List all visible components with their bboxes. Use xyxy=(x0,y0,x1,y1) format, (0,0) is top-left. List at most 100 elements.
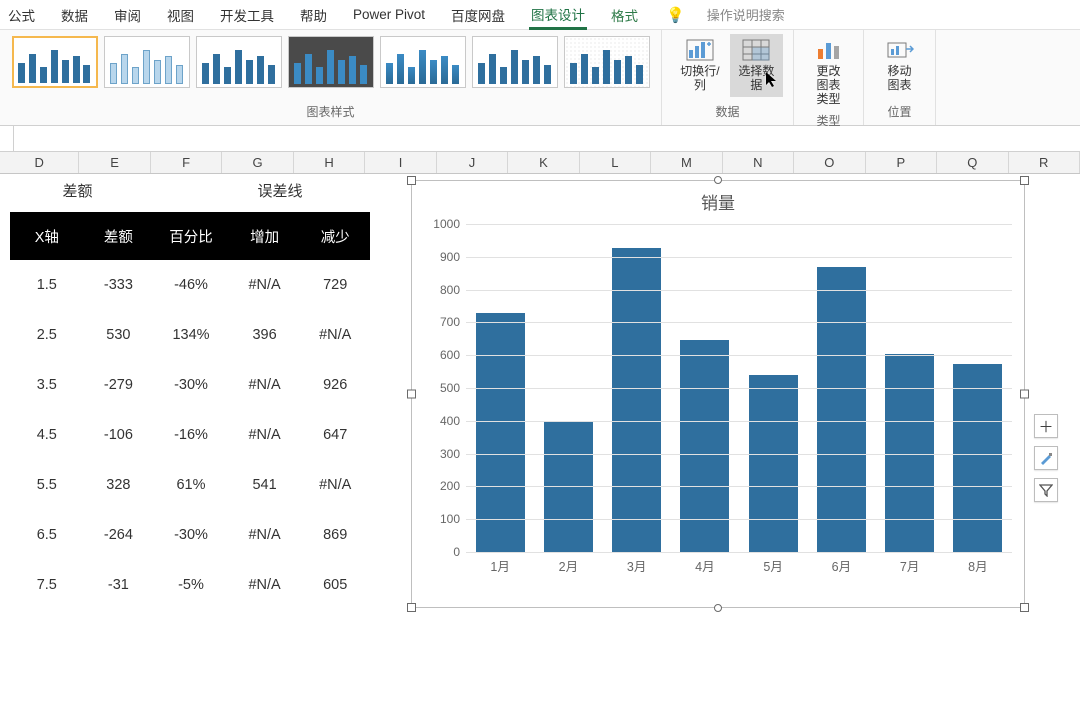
chart-style-2[interactable] xyxy=(104,36,190,88)
bar-5月[interactable] xyxy=(749,375,798,552)
cell[interactable]: #N/A xyxy=(229,277,301,293)
cell[interactable]: 61% xyxy=(153,477,229,493)
resize-handle-l[interactable] xyxy=(407,390,416,399)
tab-powerpivot[interactable]: Power Pivot xyxy=(351,3,427,26)
bar-6月[interactable] xyxy=(817,267,866,552)
cell[interactable]: #N/A xyxy=(229,377,301,393)
chart-filters-button[interactable] xyxy=(1034,478,1058,502)
cell[interactable]: -46% xyxy=(153,277,229,293)
data-table[interactable]: X轴 差额 百分比 增加 减少 1.5-333-46%#N/A7292.5530… xyxy=(10,212,370,610)
tab-data[interactable]: 数据 xyxy=(59,1,90,29)
resize-handle-r[interactable] xyxy=(1020,390,1029,399)
change-chart-type-button[interactable]: 更改 图表类型 xyxy=(804,34,853,110)
col-F[interactable]: F xyxy=(151,152,222,173)
cell[interactable]: 647 xyxy=(300,427,370,443)
cell[interactable]: -16% xyxy=(153,427,229,443)
resize-handle-tc[interactable] xyxy=(714,176,722,184)
tell-me-search[interactable]: 操作说明搜索 xyxy=(707,5,785,24)
resize-handle-bc[interactable] xyxy=(714,604,722,612)
table-row[interactable]: 2.5530134%396#N/A xyxy=(10,310,370,360)
cell[interactable]: -333 xyxy=(84,277,154,293)
table-row[interactable]: 7.5-31-5%#N/A605 xyxy=(10,560,370,610)
bar-3月[interactable] xyxy=(612,248,661,552)
tab-baidu[interactable]: 百度网盘 xyxy=(449,1,507,29)
name-box[interactable] xyxy=(0,126,14,151)
cell[interactable]: 541 xyxy=(229,477,301,493)
cell[interactable]: -106 xyxy=(84,427,154,443)
col-L[interactable]: L xyxy=(580,152,651,173)
cell[interactable]: 3.5 xyxy=(10,377,84,393)
col-M[interactable]: M xyxy=(651,152,722,173)
cell[interactable]: -30% xyxy=(153,527,229,543)
tab-devtools[interactable]: 开发工具 xyxy=(218,1,276,29)
chart-y-axis[interactable]: 01002003004005006007008009001000 xyxy=(424,224,464,552)
cell[interactable]: 530 xyxy=(84,327,154,343)
resize-handle-tr[interactable] xyxy=(1020,176,1029,185)
col-D[interactable]: D xyxy=(0,152,79,173)
col-Q[interactable]: Q xyxy=(937,152,1008,173)
table-row[interactable]: 1.5-333-46%#N/A729 xyxy=(10,260,370,310)
col-R[interactable]: R xyxy=(1009,152,1080,173)
cell[interactable]: 396 xyxy=(229,327,301,343)
chart-title[interactable]: 销量 xyxy=(412,181,1024,218)
col-P[interactable]: P xyxy=(866,152,937,173)
cell[interactable]: 7.5 xyxy=(10,577,84,593)
move-chart-button[interactable]: 移动图表 xyxy=(874,34,925,97)
table-row[interactable]: 4.5-106-16%#N/A647 xyxy=(10,410,370,460)
col-I[interactable]: I xyxy=(365,152,436,173)
cell[interactable]: 5.5 xyxy=(10,477,84,493)
chart-styles-button[interactable] xyxy=(1034,446,1058,470)
switch-row-col-button[interactable]: 切换行/列 xyxy=(672,34,728,97)
chart-elements-button[interactable]: ＋ xyxy=(1034,414,1058,438)
chart-x-axis[interactable]: 1月2月3月4月5月6月7月8月 xyxy=(466,556,1012,575)
chart-style-6[interactable] xyxy=(472,36,558,88)
cell[interactable]: 729 xyxy=(300,277,370,293)
col-N[interactable]: N xyxy=(723,152,794,173)
cell[interactable]: 328 xyxy=(84,477,154,493)
table-row[interactable]: 6.5-264-30%#N/A869 xyxy=(10,510,370,560)
resize-handle-bl[interactable] xyxy=(407,603,416,612)
cell[interactable]: -5% xyxy=(153,577,229,593)
chart-style-1[interactable] xyxy=(12,36,98,88)
chart-style-5[interactable] xyxy=(380,36,466,88)
cell[interactable]: #N/A xyxy=(229,427,301,443)
cell[interactable]: 4.5 xyxy=(10,427,84,443)
col-O[interactable]: O xyxy=(794,152,865,173)
table-row[interactable]: 5.532861%541#N/A xyxy=(10,460,370,510)
cell[interactable]: #N/A xyxy=(229,527,301,543)
cell[interactable]: 869 xyxy=(300,527,370,543)
cell[interactable]: 2.5 xyxy=(10,327,84,343)
cell[interactable]: -31 xyxy=(84,577,154,593)
chart-style-4[interactable] xyxy=(288,36,374,88)
col-J[interactable]: J xyxy=(437,152,508,173)
cell[interactable]: 6.5 xyxy=(10,527,84,543)
tab-formula[interactable]: 公式 xyxy=(6,1,37,29)
cell[interactable]: 926 xyxy=(300,377,370,393)
cell[interactable]: #N/A xyxy=(300,327,370,343)
cell[interactable]: #N/A xyxy=(229,577,301,593)
tab-help[interactable]: 帮助 xyxy=(298,1,329,29)
cell[interactable]: 1.5 xyxy=(10,277,84,293)
tab-view[interactable]: 视图 xyxy=(165,1,196,29)
cell[interactable]: 605 xyxy=(300,577,370,593)
tab-format[interactable]: 格式 xyxy=(609,1,640,29)
resize-handle-br[interactable] xyxy=(1020,603,1029,612)
formula-input[interactable] xyxy=(14,126,1080,151)
table-row[interactable]: 3.5-279-30%#N/A926 xyxy=(10,360,370,410)
bar-1月[interactable] xyxy=(476,313,525,552)
chart-style-3[interactable] xyxy=(196,36,282,88)
cell[interactable]: 134% xyxy=(153,327,229,343)
col-K[interactable]: K xyxy=(508,152,579,173)
cell[interactable]: #N/A xyxy=(300,477,370,493)
resize-handle-tl[interactable] xyxy=(407,176,416,185)
chart-style-7[interactable] xyxy=(564,36,650,88)
column-headers[interactable]: DEFGHIJKLMNOPQR xyxy=(0,152,1080,174)
chart-styles-gallery[interactable] xyxy=(12,34,650,88)
col-E[interactable]: E xyxy=(79,152,150,173)
col-H[interactable]: H xyxy=(294,152,365,173)
cell[interactable]: -30% xyxy=(153,377,229,393)
bar-8月[interactable] xyxy=(953,364,1002,552)
col-G[interactable]: G xyxy=(222,152,293,173)
cell[interactable]: -279 xyxy=(84,377,154,393)
cell[interactable]: -264 xyxy=(84,527,154,543)
